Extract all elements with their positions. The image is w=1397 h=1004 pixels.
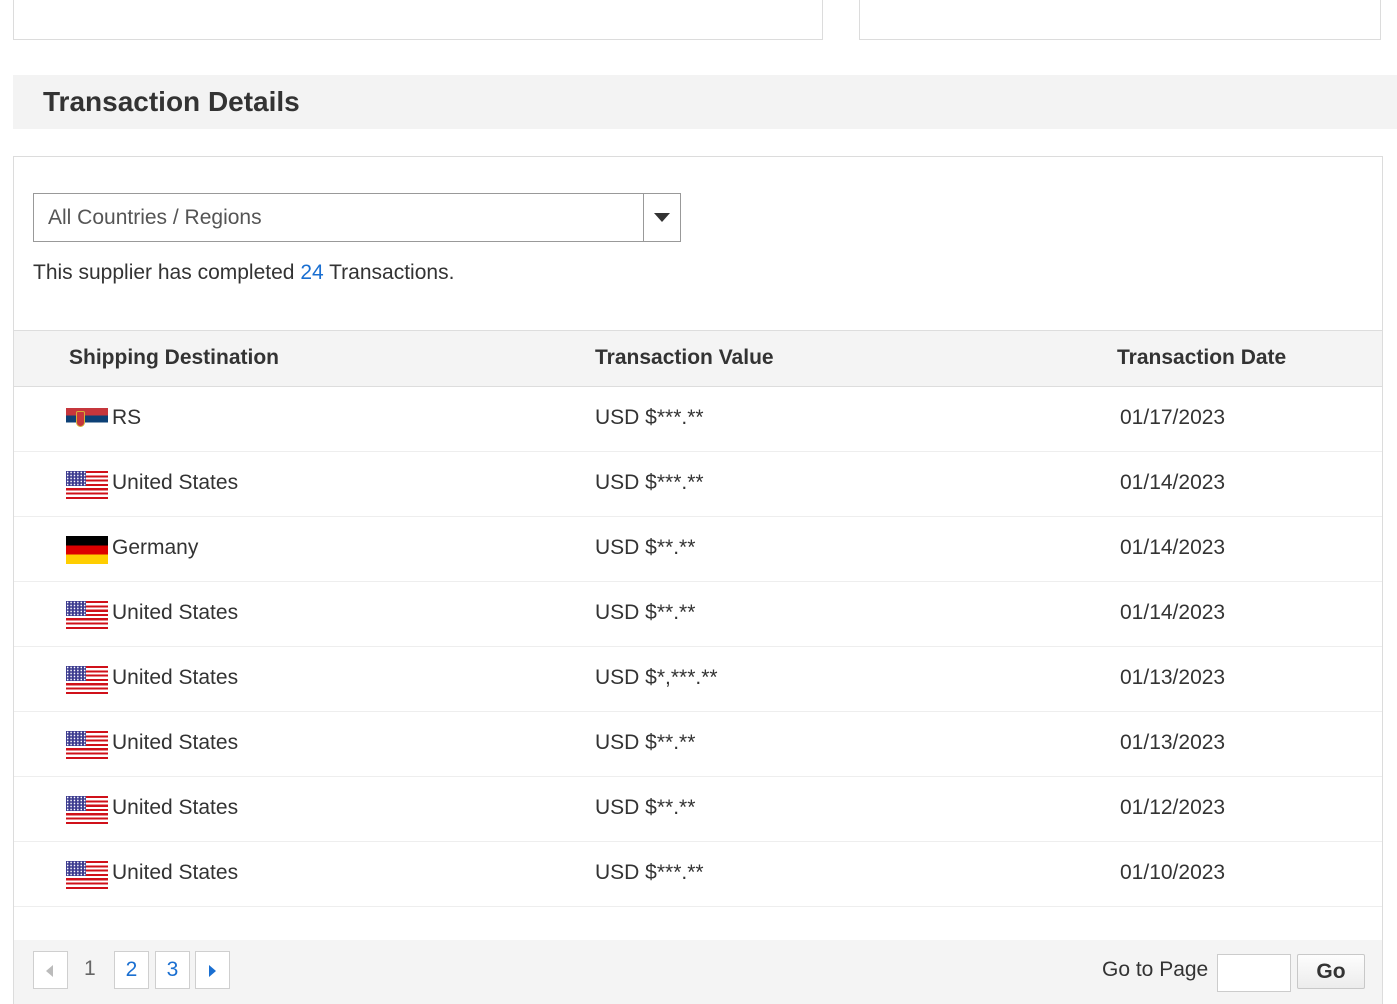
pagination-bar: 1 2 3 Go to Page Go — [14, 940, 1382, 1004]
serbia-flag-icon — [66, 408, 108, 430]
date-cell: 01/12/2023 — [1120, 796, 1226, 819]
page-3-button[interactable]: 3 — [155, 951, 190, 989]
us-flag-icon — [66, 861, 108, 889]
value-cell: USD $***.** — [595, 471, 704, 494]
value-cell: USD $***.** — [595, 861, 704, 884]
transactions-panel: All Countries / Regions This supplier ha… — [13, 156, 1383, 1004]
header-transaction-date: Transaction Date — [1117, 346, 1287, 369]
chevron-left-icon — [46, 965, 53, 977]
value-cell: USD $**.** — [595, 601, 696, 624]
prev-page-button[interactable] — [33, 951, 68, 989]
date-cell: 01/10/2023 — [1120, 861, 1226, 884]
value-cell: USD $**.** — [595, 796, 696, 819]
us-flag-icon — [66, 601, 108, 629]
value-cell: USD $***.** — [595, 406, 704, 429]
summary-suffix: Transactions. — [323, 261, 455, 284]
value-cell: USD $*,***.** — [595, 666, 718, 689]
page-2-button[interactable]: 2 — [114, 951, 149, 989]
destination-cell: Germany — [112, 536, 199, 559]
section-title: Transaction Details — [43, 86, 300, 117]
us-flag-icon — [66, 796, 108, 824]
us-flag-canton — [66, 666, 86, 681]
date-cell: 01/14/2023 — [1120, 601, 1226, 624]
transaction-count: 24 — [300, 261, 324, 284]
transaction-rows: RS USD $***.** 01/17/2023 United States … — [14, 387, 1382, 907]
country-region-select[interactable]: All Countries / Regions — [33, 193, 681, 242]
table-row: United States USD $**.** 01/14/2023 — [14, 582, 1382, 647]
us-flag-icon — [66, 731, 108, 759]
table-row: United States USD $**.** 01/12/2023 — [14, 777, 1382, 842]
date-cell: 01/14/2023 — [1120, 536, 1226, 559]
destination-cell: RS — [112, 406, 142, 429]
destination-cell: United States — [112, 861, 239, 884]
date-cell: 01/13/2023 — [1120, 731, 1226, 754]
germany-flag-icon — [66, 536, 108, 564]
value-cell: USD $**.** — [595, 731, 696, 754]
value-cell: USD $**.** — [595, 536, 696, 559]
serbia-emblem — [76, 411, 85, 427]
table-row: United States USD $***.** 01/14/2023 — [14, 452, 1382, 517]
us-flag-canton — [66, 796, 86, 811]
next-page-button[interactable] — [195, 951, 230, 989]
us-flag-canton — [66, 861, 86, 876]
date-cell: 01/14/2023 — [1120, 471, 1226, 494]
caret-down-icon — [654, 213, 670, 222]
us-flag-icon — [66, 666, 108, 694]
table-row: United States USD $*,***.** 01/13/2023 — [14, 647, 1382, 712]
table-header: Shipping Destination Transaction Value T… — [14, 330, 1382, 387]
top-card-right — [859, 0, 1381, 40]
destination-cell: United States — [112, 601, 239, 624]
current-page: 1 — [84, 957, 96, 980]
header-shipping-destination: Shipping Destination — [69, 346, 279, 369]
table-row: Germany USD $**.** 01/14/2023 — [14, 517, 1382, 582]
table-row: RS USD $***.** 01/17/2023 — [14, 387, 1382, 452]
country-region-select-value: All Countries / Regions — [48, 206, 262, 229]
top-card-left — [13, 0, 823, 40]
us-flag-icon — [66, 471, 108, 499]
goto-page-input[interactable] — [1217, 954, 1291, 992]
transaction-summary: This supplier has completed 24 Transacti… — [33, 260, 454, 286]
destination-cell: United States — [112, 471, 239, 494]
header-transaction-value: Transaction Value — [595, 346, 774, 369]
table-row: United States USD $**.** 01/13/2023 — [14, 712, 1382, 777]
goto-page-label: Go to Page — [1102, 958, 1209, 981]
destination-cell: United States — [112, 666, 239, 689]
us-flag-canton — [66, 601, 86, 616]
us-flag-canton — [66, 471, 86, 486]
chevron-right-icon — [209, 965, 216, 977]
date-cell: 01/17/2023 — [1120, 406, 1226, 429]
us-flag-canton — [66, 731, 86, 746]
table-row: United States USD $***.** 01/10/2023 — [14, 842, 1382, 907]
go-button[interactable]: Go — [1297, 954, 1365, 989]
select-dropdown-toggle[interactable] — [643, 194, 680, 241]
destination-cell: United States — [112, 796, 239, 819]
destination-cell: United States — [112, 731, 239, 754]
date-cell: 01/13/2023 — [1120, 666, 1226, 689]
summary-prefix: This supplier has completed — [33, 261, 301, 284]
section-header: Transaction Details — [13, 75, 1397, 129]
